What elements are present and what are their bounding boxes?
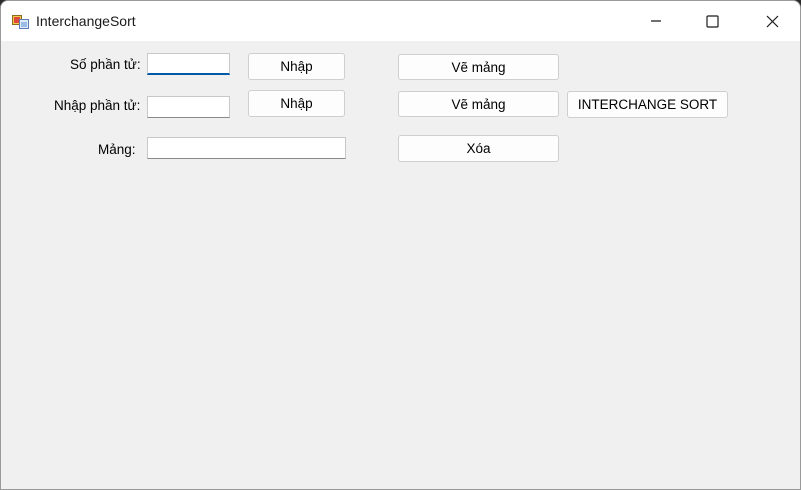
close-button[interactable] [749, 1, 795, 41]
app-window: InterchangeSort Số phần tử: Nhập Vẽ mảng… [0, 0, 801, 490]
nhap-phan-tu-label: Nhập phần tử: [54, 98, 141, 113]
interchange-sort-button[interactable]: INTERCHANGE SORT [567, 91, 728, 118]
mang-label: Mảng: [98, 142, 136, 157]
ve-mang-button-1[interactable]: Vẽ mảng [398, 54, 559, 80]
window-title: InterchangeSort [36, 13, 136, 29]
nhap-phan-tu-input[interactable] [147, 96, 230, 118]
minimize-icon [651, 20, 661, 22]
form-client-area: Số phần tử: Nhập Vẽ mảng Nhập phần tử: N… [1, 41, 800, 489]
close-icon [766, 15, 778, 27]
so-phan-tu-input[interactable] [147, 53, 230, 75]
app-form-icon [12, 15, 29, 29]
mang-input[interactable] [147, 137, 346, 159]
nhap-so-phan-tu-button[interactable]: Nhập [248, 53, 345, 80]
title-bar[interactable]: InterchangeSort [1, 1, 800, 41]
maximize-icon [705, 14, 719, 28]
xoa-button[interactable]: Xóa [398, 135, 559, 162]
maximize-button[interactable] [689, 1, 735, 41]
so-phan-tu-label: Số phần tử: [70, 57, 141, 72]
ve-mang-button-2[interactable]: Vẽ mảng [398, 91, 559, 117]
nhap-phan-tu-button[interactable]: Nhập [248, 90, 345, 117]
minimize-button[interactable] [633, 1, 679, 41]
